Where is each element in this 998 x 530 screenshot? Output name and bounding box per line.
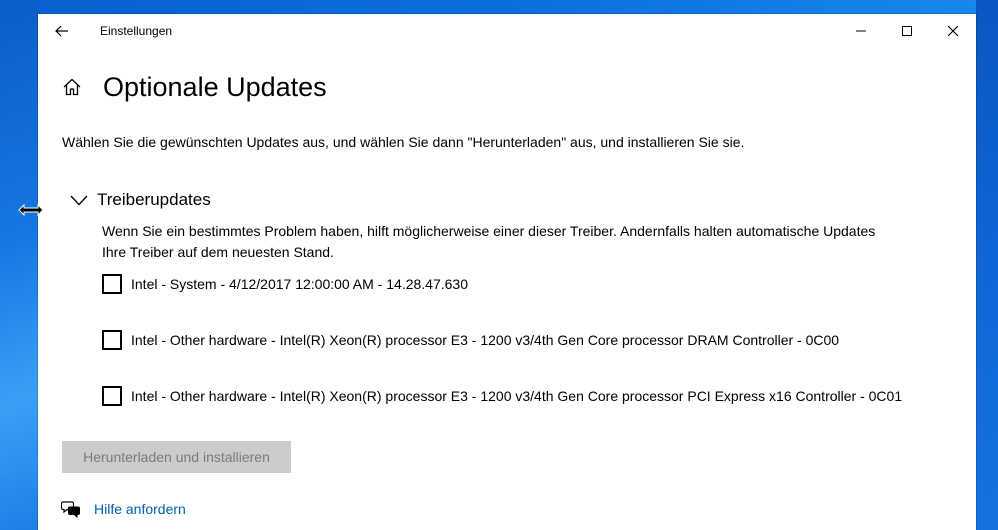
page-header: Optionale Updates	[60, 70, 327, 104]
update-item-pci-express-controller[interactable]: Intel - Other hardware - Intel(R) Xeon(R…	[102, 386, 902, 406]
window-title: Einstellungen	[100, 24, 173, 38]
desktop-background-right	[976, 0, 998, 530]
back-arrow-icon	[55, 25, 68, 37]
back-button[interactable]	[48, 18, 76, 44]
section-title: Treiberupdates	[97, 190, 211, 209]
settings-window: Einstellungen Optionale Updates Wählen S…	[38, 14, 976, 530]
window-controls	[838, 14, 976, 48]
update-item-intel-system[interactable]: Intel - System - 4/12/2017 12:00:00 AM -…	[102, 274, 468, 294]
section-description: Wenn Sie ein bestimmtes Problem haben, h…	[102, 223, 876, 260]
intro-text: Wählen Sie die gewünschten Updates aus, …	[62, 134, 745, 150]
download-install-button[interactable]: Herunterladen und installieren	[62, 441, 291, 473]
close-icon	[948, 26, 958, 36]
driver-updates-section-toggle[interactable]: Treiberupdates	[69, 190, 211, 210]
title-bar: Einstellungen	[38, 14, 976, 48]
chevron-down-icon	[70, 195, 88, 205]
maximize-button[interactable]	[884, 14, 930, 48]
help-link-row[interactable]: Hilfe anfordern	[60, 498, 186, 520]
resize-horizontal-cursor-icon	[18, 203, 44, 217]
home-button[interactable]	[60, 75, 84, 99]
desktop-background-left	[0, 0, 38, 530]
close-button[interactable]	[930, 14, 976, 48]
update-label: Intel - Other hardware - Intel(R) Xeon(R…	[131, 388, 903, 404]
minimize-button[interactable]	[838, 14, 884, 48]
update-checkbox[interactable]	[102, 330, 122, 350]
update-item-dram-controller[interactable]: Intel - Other hardware - Intel(R) Xeon(R…	[102, 330, 839, 350]
update-checkbox[interactable]	[102, 274, 122, 294]
maximize-icon	[902, 26, 912, 36]
home-icon	[63, 78, 81, 96]
update-label: Intel - System - 4/12/2017 12:00:00 AM -…	[131, 276, 468, 292]
chat-bubbles-icon	[61, 501, 80, 518]
update-label: Intel - Other hardware - Intel(R) Xeon(R…	[131, 332, 840, 348]
page-title: Optionale Updates	[103, 72, 327, 102]
minimize-icon	[856, 30, 866, 32]
help-link[interactable]: Hilfe anfordern	[94, 501, 186, 517]
update-checkbox[interactable]	[102, 386, 122, 406]
